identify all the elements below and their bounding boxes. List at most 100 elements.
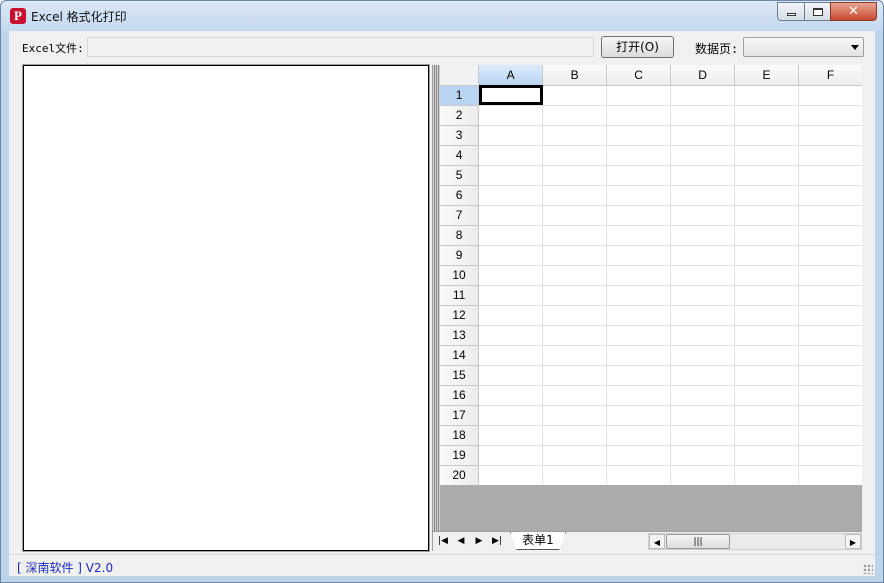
grid-cell[interactable] [798,465,862,485]
grid-cell[interactable] [542,265,608,286]
grid-cell[interactable] [478,245,544,266]
print-preview-panel[interactable] [22,64,430,552]
grid-cell[interactable] [542,85,608,106]
grid-cell[interactable] [606,165,672,186]
file-path-input[interactable] [87,37,594,57]
row-header[interactable]: 4 [440,145,480,166]
grid-cell[interactable] [606,285,672,306]
grid-cell[interactable] [542,405,608,426]
grid-cell[interactable] [478,365,544,386]
grid-cell[interactable] [734,265,800,286]
grid-cell[interactable] [798,205,862,226]
prev-sheet-button[interactable]: ◀ [453,534,469,549]
grid-cell[interactable] [478,205,544,226]
last-sheet-button[interactable]: ▶| [489,534,505,549]
grid-cell[interactable] [606,425,672,446]
grid-cell[interactable] [478,445,544,466]
grid-cell[interactable] [542,385,608,406]
grid-cell[interactable] [798,105,862,126]
grid-cell[interactable] [798,305,862,326]
column-header[interactable]: B [542,65,608,86]
row-header[interactable]: 9 [440,245,480,266]
grid-cell[interactable] [606,265,672,286]
grid-cell[interactable] [542,185,608,206]
column-header[interactable]: A [478,65,544,86]
grid-cell[interactable] [606,405,672,426]
row-header[interactable]: 3 [440,125,480,146]
column-header[interactable]: D [670,65,736,86]
grid-cell[interactable] [478,405,544,426]
grid-cell[interactable] [670,265,736,286]
grid-cell[interactable] [670,305,736,326]
grid-cell[interactable] [734,85,800,106]
app-icon[interactable]: P [10,8,26,24]
grid-cell[interactable] [542,425,608,446]
grid-cell[interactable] [734,125,800,146]
grid-cell[interactable] [478,125,544,146]
grid-cell[interactable] [606,125,672,146]
grid-cell[interactable] [606,445,672,466]
row-header[interactable]: 8 [440,225,480,246]
grid-cell[interactable] [734,465,800,485]
grid-cell[interactable] [606,225,672,246]
grid-cell[interactable] [798,425,862,446]
maximize-button[interactable] [804,2,830,21]
row-header[interactable]: 16 [440,385,480,406]
row-header[interactable]: 19 [440,445,480,466]
grid-cell[interactable] [798,85,862,106]
grid-cell[interactable] [606,465,672,485]
grid-cell[interactable] [734,425,800,446]
title-bar[interactable]: P Excel 格式化打印 ✕ [1,1,883,31]
row-header[interactable]: 13 [440,325,480,346]
grid-cell[interactable] [478,265,544,286]
horizontal-scrollbar[interactable]: ◀ ||| ▶ [648,533,862,550]
grid-cell[interactable] [606,345,672,366]
grid-cell[interactable] [542,365,608,386]
grid-cell[interactable] [670,285,736,306]
grid-cell[interactable] [542,105,608,126]
next-sheet-button[interactable]: ▶ [471,534,487,549]
grid-cell[interactable] [478,385,544,406]
grid-cell[interactable] [606,385,672,406]
grid-cell[interactable] [542,325,608,346]
grid-cell[interactable] [606,85,672,106]
grid-cell[interactable] [734,225,800,246]
scroll-right-icon[interactable]: ▶ [845,534,861,549]
grid-cell[interactable] [478,285,544,306]
row-header[interactable]: 14 [440,345,480,366]
row-header[interactable]: 5 [440,165,480,186]
scroll-thumb[interactable]: ||| [666,534,730,549]
grid-cell[interactable] [542,285,608,306]
row-header[interactable]: 17 [440,405,480,426]
grid-cell[interactable] [478,325,544,346]
sheet-tab[interactable]: 表单1 [510,532,566,550]
grid-cell[interactable] [606,365,672,386]
grid-cell[interactable] [670,385,736,406]
grid-cell[interactable] [670,145,736,166]
grid-cell[interactable] [734,145,800,166]
grid-cell[interactable] [734,445,800,466]
grid-cell[interactable] [798,245,862,266]
row-header[interactable]: 10 [440,265,480,286]
column-header[interactable]: E [734,65,800,86]
grid-cell[interactable] [478,165,544,186]
grid-cell[interactable] [670,125,736,146]
grid-cell[interactable] [606,245,672,266]
grid-cell[interactable] [670,425,736,446]
column-header[interactable]: F [798,65,862,86]
grid-cell[interactable] [478,185,544,206]
grid-cell[interactable] [734,385,800,406]
grid-cell[interactable] [798,445,862,466]
grid-cell[interactable] [734,405,800,426]
grid-cell[interactable] [478,105,544,126]
spreadsheet-grid[interactable]: ABCDEF 1 2 3 4 5 6 7 8 9 10 11 12 13 14 15 16 17 18 19 20 [440,65,862,485]
grid-cell[interactable] [670,225,736,246]
grid-cell[interactable] [542,125,608,146]
grid-cell[interactable] [734,365,800,386]
grid-cell[interactable] [478,85,544,106]
grid-cell[interactable] [734,205,800,226]
select-all-corner[interactable] [440,65,480,86]
grid-cell[interactable] [542,305,608,326]
grid-cell[interactable] [734,345,800,366]
grid-cell[interactable] [798,285,862,306]
